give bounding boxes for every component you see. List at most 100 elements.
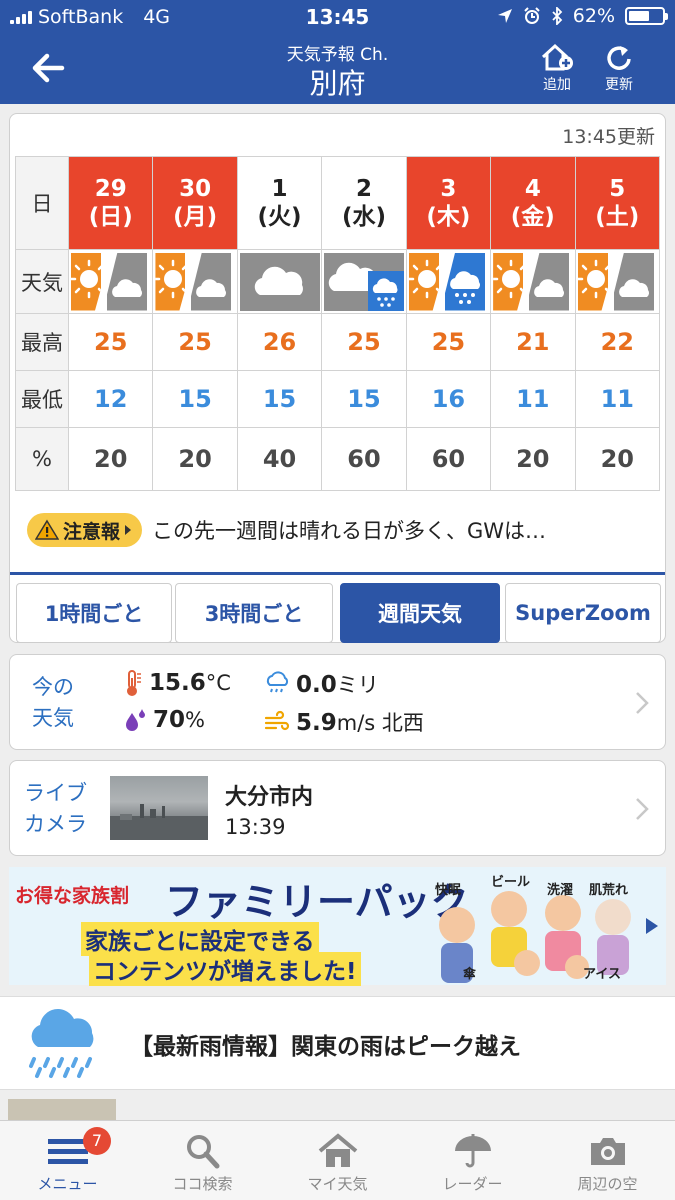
live-camera-card[interactable]: ライブ カメラ 大分市内 13:39 <box>9 760 666 856</box>
low-temp: 11 <box>490 370 576 428</box>
low-temp-row: 最低 12 15 15 15 16 11 11 <box>15 370 661 428</box>
day-cell: 3 (木) <box>405 156 492 250</box>
day-weekday: (火) <box>257 204 302 230</box>
high-temp: 25 <box>321 313 407 371</box>
notice-badge[interactable]: 注意報 <box>27 513 143 547</box>
current-label-line2: 天気 <box>32 706 74 730</box>
camera-thumbnail[interactable] <box>110 776 208 840</box>
sunny-cloudy-icon <box>71 252 151 311</box>
refresh-icon <box>607 46 631 70</box>
current-label-line1: 今の <box>32 675 74 699</box>
row-label-precip: % <box>15 427 69 491</box>
camera-location: 大分市内 <box>225 785 314 810</box>
precip-percent: 20 <box>152 427 238 491</box>
tabbar-nearby-sky[interactable]: 周辺の空 <box>540 1121 675 1200</box>
umbrella-icon <box>454 1134 491 1168</box>
humidity: 70% <box>123 707 205 733</box>
cloudy-rain-icon <box>324 252 405 311</box>
day-weekday: (日) <box>88 204 133 230</box>
day-date: 29 <box>94 176 127 202</box>
tabbar-radar[interactable]: レーダー <box>405 1121 540 1200</box>
day-weekday: (木) <box>426 204 471 230</box>
day-cell: 1 (火) <box>236 156 323 250</box>
chevron-right-icon <box>636 692 649 714</box>
rainfall-unit: ミリ <box>336 673 379 697</box>
news-title[interactable]: 【最新雨情報】関東の雨はピーク越え <box>130 1027 521 1061</box>
banner-title: ファミリーパック <box>165 880 469 924</box>
tab-weekly[interactable]: 週間天気 <box>340 583 500 643</box>
weather-notice[interactable]: 注意報 この先一週間は晴れる日が多く、GWは… <box>27 512 657 548</box>
tabbar-search[interactable]: ココ検索 <box>135 1121 270 1200</box>
row-label-high: 最高 <box>15 313 69 371</box>
thermometer-icon <box>127 670 141 696</box>
tab-hourly[interactable]: 1時間ごと <box>16 583 172 643</box>
low-temp: 11 <box>574 370 661 428</box>
day-weekday: (水) <box>341 204 386 230</box>
live-label-line1: ライブ <box>24 781 87 805</box>
tabbar-label: マイ天気 <box>307 1175 368 1193</box>
row-label-low: 最低 <box>15 370 69 428</box>
banner-tag: お得な家族割 <box>15 885 130 907</box>
banner-next-arrow-icon[interactable] <box>645 917 659 935</box>
tabbar-label: 周辺の空 <box>577 1175 638 1193</box>
bubble-label: 洗濯 <box>547 883 574 898</box>
live-camera-label: ライブ カメラ <box>24 778 87 840</box>
humidity-drops-icon <box>126 709 145 731</box>
day-weekday: (金) <box>510 204 555 230</box>
tabbar-menu[interactable]: メニュー <box>0 1121 135 1200</box>
sunny-cloudy-icon <box>577 252 658 311</box>
family-pack-banner[interactable]: お得な家族割 ファミリーパック 家族ごとに設定できる コンテンツが増えました! … <box>9 867 666 986</box>
bubble-label: 肌荒れ <box>589 883 629 898</box>
high-temp: 26 <box>236 313 323 371</box>
current-weather-label: 今の 天気 <box>32 672 74 734</box>
news-item[interactable]: 【最新雨情報】関東の雨はピーク越え <box>0 996 675 1090</box>
humidity-unit: % <box>185 708 205 732</box>
bubble-label: 傘 <box>463 967 477 982</box>
day-cell: 30 (月) <box>152 156 238 250</box>
day-date: 2 <box>355 176 372 202</box>
high-temp-row: 最高 25 25 26 25 25 21 22 <box>15 313 661 371</box>
tab-3hourly[interactable]: 3時間ごと <box>175 583 333 643</box>
app-header: 天気予報 Ch. 別府 追加 更新 <box>0 34 675 104</box>
day-cell: 4 (金) <box>490 156 576 250</box>
day-date: 30 <box>179 176 212 202</box>
high-temp: 25 <box>405 313 492 371</box>
sunny-rain-icon <box>408 252 489 311</box>
chevron-right-icon <box>125 525 132 535</box>
location-arrow-icon <box>497 9 512 23</box>
sunny-cloudy-icon <box>493 252 574 311</box>
day-date: 4 <box>524 176 541 202</box>
tab-superzoom[interactable]: SuperZoom <box>505 583 661 643</box>
battery-icon <box>625 7 668 25</box>
row-label-weather: 天気 <box>15 249 69 314</box>
low-temp: 15 <box>236 370 323 428</box>
bottom-tab-bar: メニュー 7 ココ検索 マイ天気 レーダー 周辺の空 <box>0 1120 675 1200</box>
cloudy-icon <box>239 252 320 311</box>
high-temp: 21 <box>490 313 576 371</box>
weather-row: 天気 <box>15 249 661 314</box>
low-temp: 12 <box>67 370 154 428</box>
camera-time: 13:39 <box>225 815 286 839</box>
warning-icon <box>35 519 59 540</box>
alarm-icon <box>524 7 540 24</box>
low-temp: 15 <box>152 370 238 428</box>
add-location-button[interactable]: 追加 <box>532 42 582 94</box>
camera-icon <box>590 1138 625 1165</box>
live-label-line2: カメラ <box>24 812 87 836</box>
tabbar-my-weather[interactable]: マイ天気 <box>270 1121 405 1200</box>
family-illustration: 快眠 ビール 洗濯 肌荒れ 傘 アイス <box>427 867 639 985</box>
low-temp: 16 <box>405 370 492 428</box>
bluetooth-icon <box>552 7 563 25</box>
bubble-label: 快眠 <box>435 883 462 898</box>
bubble-label: アイス <box>583 967 621 982</box>
rainfall-value: 0.0 <box>296 672 337 698</box>
updated-time: 13:45更新 <box>562 126 655 148</box>
low-temp: 15 <box>321 370 407 428</box>
current-weather-card[interactable]: 今の 天気 15.6°C 0.0ミリ 70% 5.9m/s 北西 <box>9 654 666 750</box>
notice-text[interactable]: この先一週間は晴れる日が多く、GWは… <box>152 515 546 545</box>
precip-percent: 40 <box>236 427 323 491</box>
rain-cloud-icon <box>29 1009 94 1078</box>
refresh-button[interactable]: 更新 <box>594 42 644 94</box>
tabbar-label: レーダー <box>442 1175 503 1193</box>
notice-label: 注意報 <box>63 520 121 543</box>
